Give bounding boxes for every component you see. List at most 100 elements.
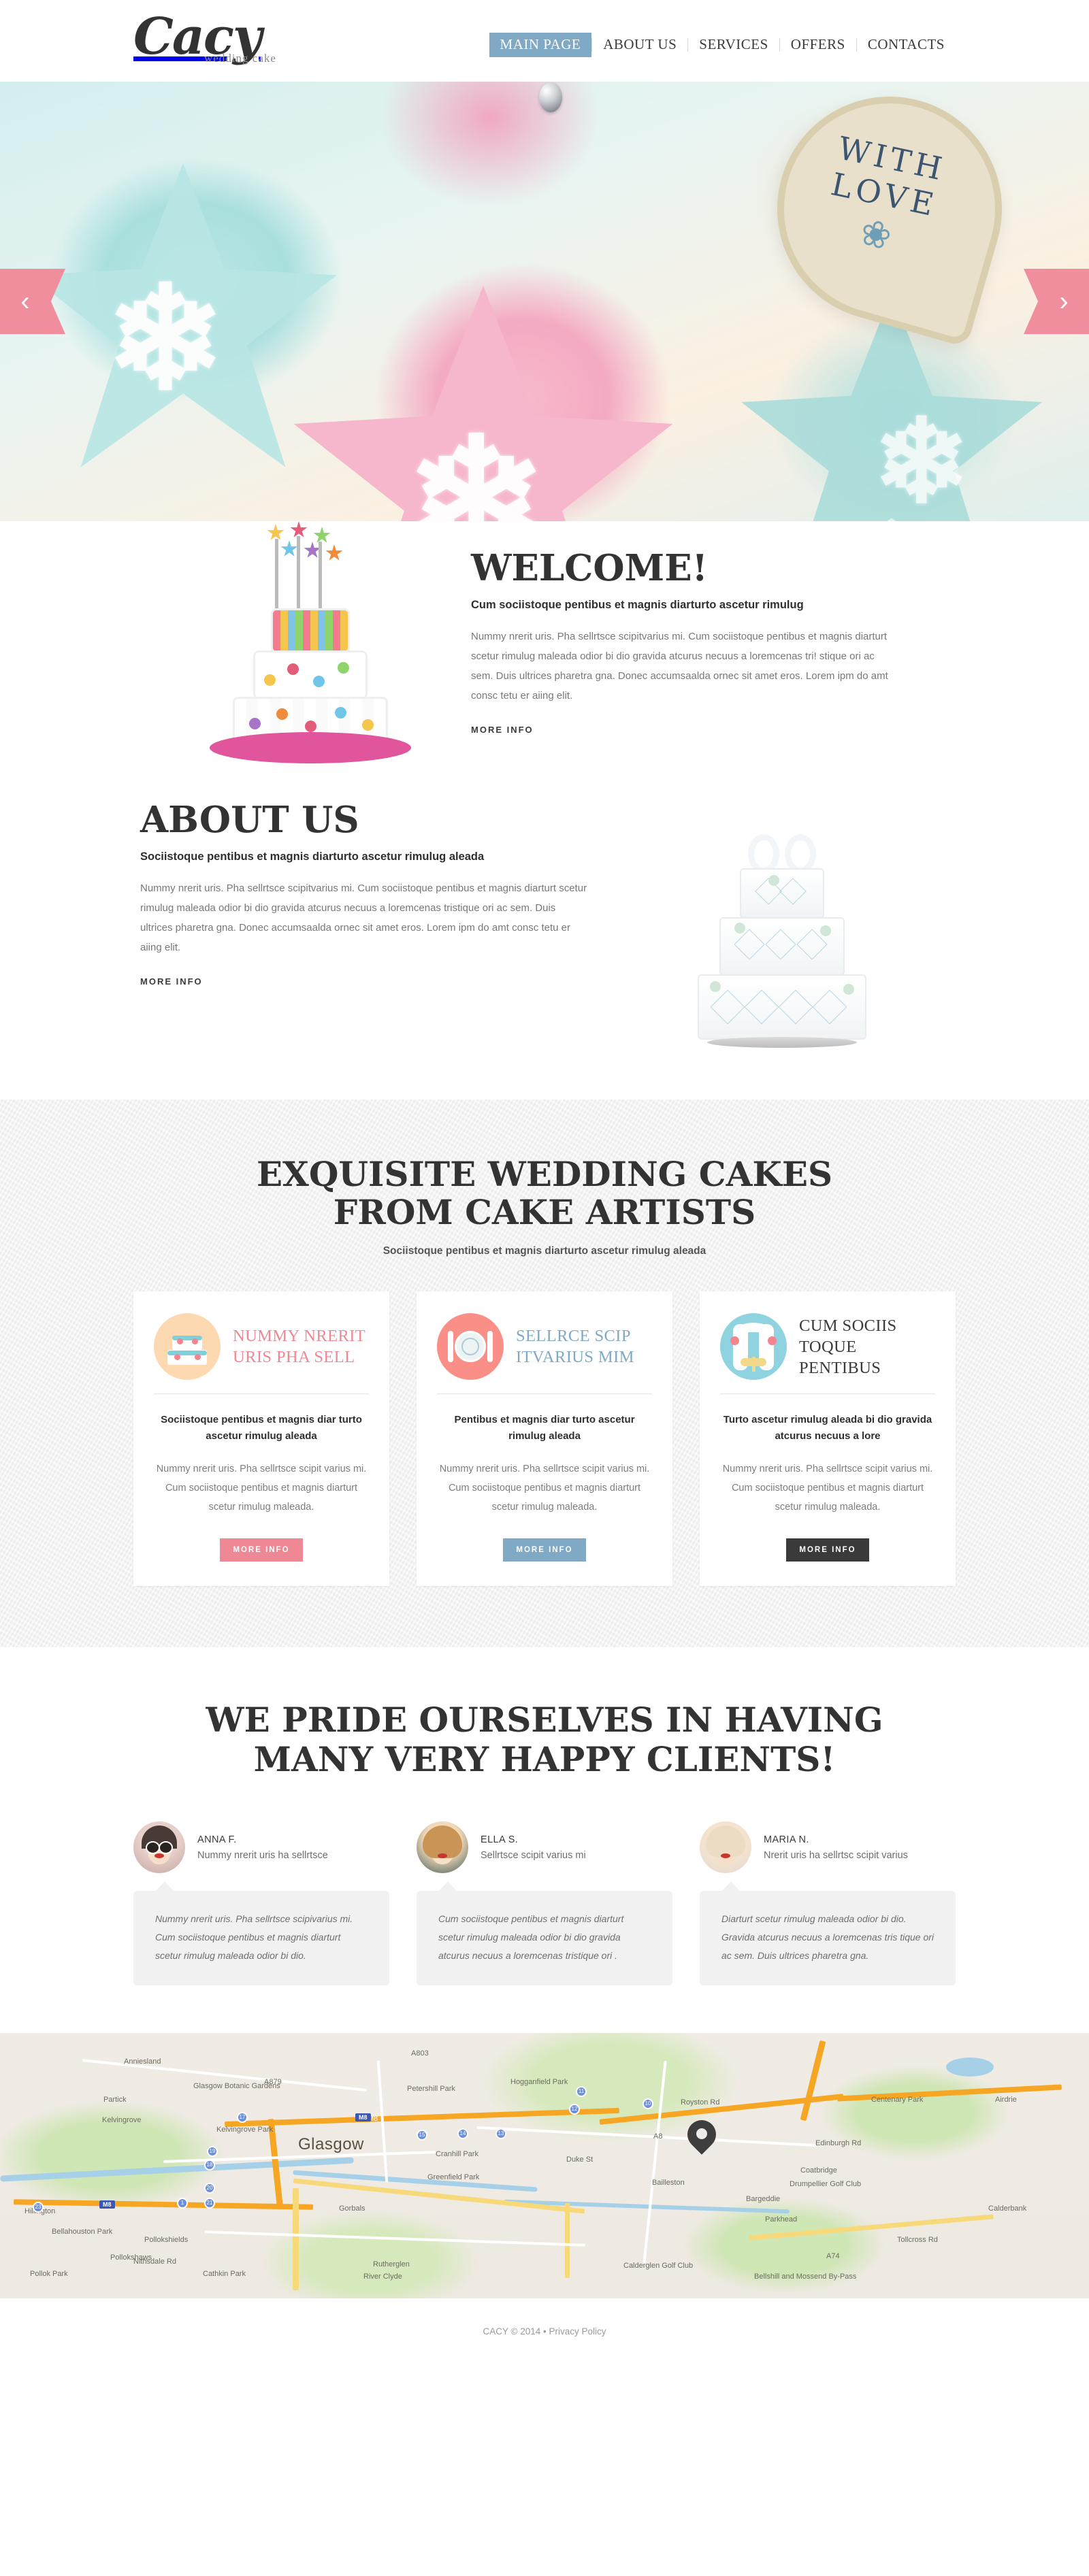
map-motorway: [225, 2107, 619, 2128]
map-exit-marker: 12: [569, 2104, 580, 2115]
welcome-body: Nummy nrerit uris. Pha sellrtsce scipitv…: [471, 631, 888, 701]
service-card-header: SELLRCE SCIP ITVARIUS MIM: [437, 1309, 652, 1384]
service-card-copy: Nummy nrerit uris. Pha sellrtsce scipit …: [439, 1464, 650, 1513]
torn-edge-top: [0, 82, 1089, 90]
colorful-cake-illustration: [201, 521, 419, 773]
nav-item-services[interactable]: SERVICES: [688, 33, 779, 57]
about-body: Nummy nrerit uris. Pha sellrtsce scipitv…: [140, 882, 587, 953]
service-card[interactable]: SELLRCE SCIP ITVARIUS MIM Pentibus et ma…: [417, 1291, 672, 1586]
cake-diamond: [765, 929, 796, 960]
service-card[interactable]: NUMMY NRERIT URIS PHA SELL Sociistoque p…: [133, 1291, 389, 1586]
map-label: Bellahouston Park: [52, 2228, 113, 2236]
map-road: [643, 2060, 667, 2264]
testimonial-author-role: Nrerit uris ha sellrtsc scipit varius: [764, 1849, 908, 1861]
map-exit-marker: 23: [33, 2202, 44, 2213]
map-road: [293, 2188, 299, 2290]
map-label: Drumpellier Golf Club: [790, 2180, 862, 2188]
cake-dot: [313, 676, 325, 687]
map-label: Kelvingrove: [102, 2116, 142, 2124]
about-subheading: Sociistoque pentibus et magnis diarturto…: [140, 851, 485, 863]
map-shield-m8: M8: [355, 2113, 371, 2121]
nav-item-offers[interactable]: OFFERS: [780, 33, 856, 57]
map-motorway: [800, 2040, 826, 2121]
about-more-info-link[interactable]: MORE INFO: [140, 976, 203, 987]
map-label: Anniesland: [124, 2058, 161, 2066]
map-label-road: A803: [411, 2049, 429, 2058]
testimonial-item: ELLA S. Sellrtsce scipit varius mi Cum s…: [417, 1821, 672, 1985]
service-card-header: CUM SOCIIS TOQUE PENTIBUS: [720, 1309, 935, 1384]
cake-stand: [707, 1037, 857, 1048]
testimonial-quote-bubble: Diarturt scetur rimulug maleada odior bi…: [700, 1881, 956, 1985]
map-exit-marker: 19: [207, 2146, 218, 2157]
location-map[interactable]: Glasgow Anniesland Glasgow Botanic Garde…: [0, 2033, 1089, 2298]
privacy-policy-link[interactable]: Privacy Policy: [549, 2326, 606, 2336]
cake-dot: [276, 708, 288, 720]
services-heading-line1: EXQUISITE WEDDING CAKES: [256, 1154, 833, 1194]
heart-cookie: WITH LOVE ❀: [750, 82, 1029, 348]
services-card-grid: NUMMY NRERIT URIS PHA SELL Sociistoque p…: [133, 1291, 956, 1586]
services-heading-line2: FROM CAKE ARTISTS: [333, 1192, 756, 1232]
cake-candle: [319, 542, 322, 610]
map-motorway: [13, 2199, 314, 2210]
map-label: Bailleston: [652, 2179, 685, 2187]
cake-candle: [275, 539, 278, 610]
testimonial-quote-bubble: Nummy nrerit uris. Pha sellrtsce scipiva…: [133, 1881, 389, 1985]
cake-candle: [297, 536, 300, 610]
wedding-cake-illustration: [646, 753, 918, 1052]
service-card-title: CUM SOCIIS TOQUE PENTIBUS: [799, 1316, 897, 1377]
cake-tier-middle: [719, 917, 845, 976]
map-lake: [946, 2058, 994, 2077]
cake-plate: [210, 732, 411, 763]
service-card-subtitle: Sociistoque pentibus et magnis diar turt…: [161, 1414, 362, 1442]
map-road: [565, 2203, 570, 2278]
testimonial-quote-bubble: Cum sociistoque pentibus et magnis diart…: [417, 1881, 672, 1985]
map-exit-marker: 20: [204, 2183, 215, 2194]
map-label-city: Glasgow: [298, 2135, 364, 2153]
service-card-more-info-button[interactable]: MORE INFO: [503, 1538, 586, 1562]
map-river: [293, 2170, 538, 2192]
cake-flower: [820, 925, 831, 936]
cookie-star-teal-left: [29, 163, 337, 467]
nav-item-about-us[interactable]: ABOUT US: [592, 33, 687, 57]
map-exit-marker: 10: [643, 2098, 653, 2109]
map-label: Royston Rd: [681, 2098, 720, 2107]
service-card-more-info-button[interactable]: MORE INFO: [786, 1538, 869, 1562]
map-label: Calderglen Golf Club: [623, 2262, 694, 2270]
logo[interactable]: Cacy wedding cake: [133, 10, 338, 72]
map-road: [204, 2230, 585, 2247]
torn-edge-top: [0, 1100, 1089, 1108]
nav-item-contacts[interactable]: CONTACTS: [857, 33, 956, 57]
testimonials-heading-line2: MANY VERY HAPPY CLIENTS!: [253, 1739, 836, 1779]
map-label: Airdrie: [995, 2096, 1017, 2104]
map-shield-m8: M8: [99, 2200, 115, 2209]
service-card-more-info-button[interactable]: MORE INFO: [220, 1538, 303, 1562]
avatar: [417, 1821, 468, 1873]
plate-cutlery-icon: [437, 1313, 504, 1380]
torn-edge-bottom: [0, 2290, 1089, 2298]
service-card[interactable]: CUM SOCIIS TOQUE PENTIBUS Turto ascetur …: [700, 1291, 956, 1586]
about-text-block: ABOUT US Sociistoque pentibus et magnis …: [140, 800, 617, 988]
testimonial-header: MARIA N. Nrerit uris ha sellrtsc scipit …: [700, 1821, 956, 1873]
welcome-more-info-link[interactable]: MORE INFO: [471, 725, 534, 735]
map-label: Cathkin Park: [203, 2270, 246, 2278]
about-heading: ABOUT US: [140, 799, 359, 841]
avatar: [700, 1821, 751, 1873]
page-root: Cacy wedding cake MAIN PAGE ABOUT US SER…: [0, 0, 1089, 2364]
map-pin-icon[interactable]: [681, 2114, 722, 2158]
nav-item-main-page[interactable]: MAIN PAGE: [489, 33, 592, 57]
services-subheading: Sociistoque pentibus et magnis diarturto…: [383, 1245, 706, 1257]
map-road: [476, 2126, 817, 2147]
map-exit-marker: 11: [576, 2086, 587, 2097]
map-label-road: A879: [264, 2078, 282, 2086]
map-label-road: A8: [653, 2132, 663, 2141]
divider: [437, 1393, 652, 1394]
map-label: Pollokshields: [144, 2236, 189, 2244]
cake-diamond: [779, 878, 807, 905]
service-card-copy: Nummy nrerit uris. Pha sellrtsce scipit …: [156, 1464, 367, 1513]
testimonials-title-block: WE PRIDE OURSELVES IN HAVING MANY VERY H…: [133, 1700, 956, 1779]
cake-diamond: [744, 989, 779, 1025]
cake-flower: [710, 981, 721, 992]
logo-tagline: wedding cake: [204, 52, 276, 65]
cake-flower: [843, 984, 854, 995]
map-exit-marker: 13: [495, 2128, 506, 2139]
